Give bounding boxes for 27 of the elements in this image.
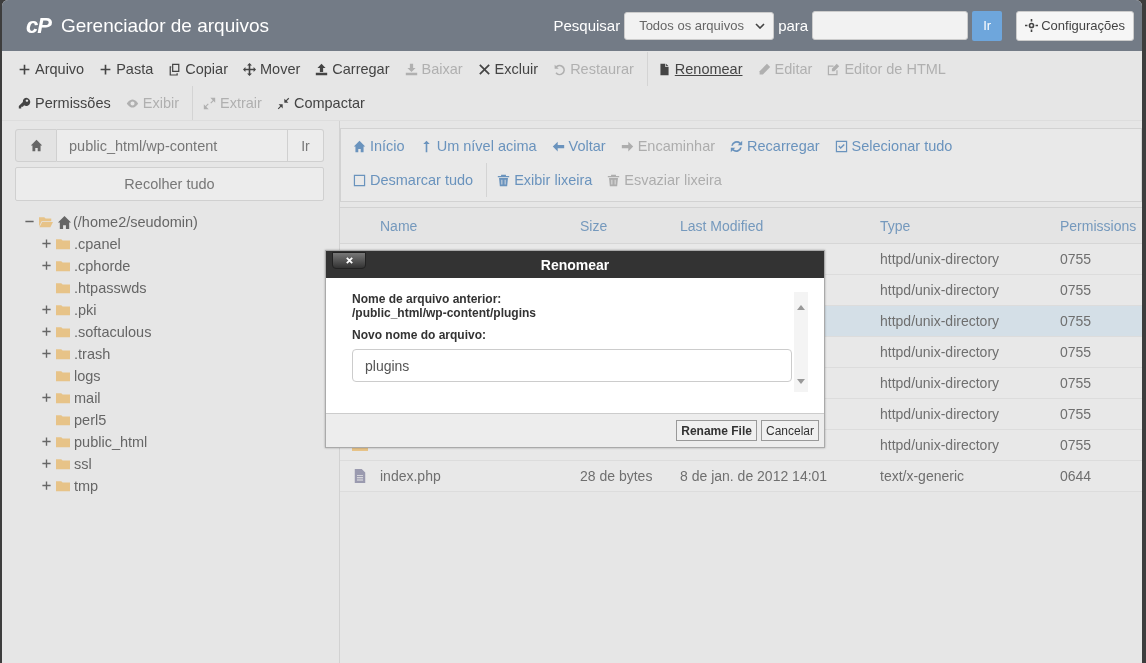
file-permissions: 0755: [1060, 375, 1092, 391]
file-permissions: 0755: [1060, 282, 1092, 298]
file-permissions: 0755: [1060, 437, 1092, 453]
file-size: 28 de bytes: [580, 468, 653, 484]
logo: cP: [26, 12, 51, 39]
file-permissions: 0755: [1060, 344, 1092, 360]
file-type: httpd/unix-directory: [880, 251, 1000, 267]
file-type: httpd/unix-directory: [880, 282, 1000, 298]
app-title: Gerenciador de arquivos: [60, 14, 269, 37]
file-type: httpd/unix-directory: [880, 375, 1000, 391]
file-permissions: 0755: [1060, 251, 1092, 267]
file-type: httpd/unix-directory: [880, 437, 1000, 453]
file-type: httpd/unix-directory: [880, 406, 1000, 422]
file-type: text/x-generic: [880, 468, 965, 484]
old-file-path: /public_html/wp-content/plugins: [352, 306, 537, 320]
file-type: httpd/unix-directory: [880, 313, 1000, 329]
file-type: httpd/unix-directory: [880, 344, 1000, 360]
for-label: para: [778, 17, 809, 34]
search-label: Pesquisar: [553, 17, 621, 34]
old-name-label: Nome de arquivo anterior:: [352, 292, 503, 306]
file-permissions: 0644: [1060, 468, 1092, 484]
modified-date: 8 de jan. de 2012 14:01: [680, 468, 828, 484]
dialog-title: Renomear: [540, 256, 610, 273]
file-permissions: 0755: [1060, 406, 1092, 422]
file-name: index.php: [380, 468, 441, 484]
file-permissions: 0755: [1060, 313, 1092, 329]
new-name-label: Novo nome do arquivo:: [352, 328, 487, 342]
